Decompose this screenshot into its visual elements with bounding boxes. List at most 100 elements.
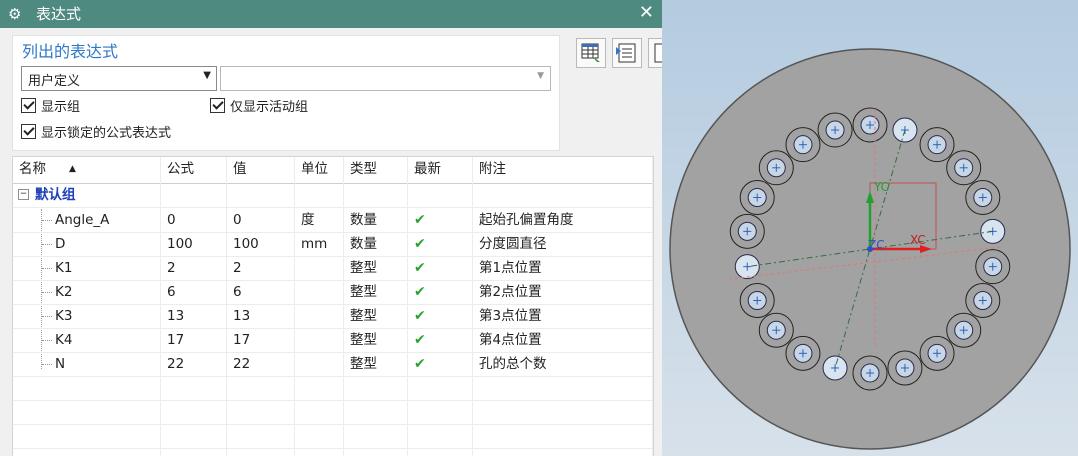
filter-dropdown-value: 用户定义 bbox=[28, 74, 81, 89]
empty-cell bbox=[408, 448, 473, 456]
row-name: K1 bbox=[13, 256, 161, 280]
group-row[interactable]: − 默认组 bbox=[13, 183, 653, 208]
row-unit bbox=[295, 328, 344, 352]
empty-cell bbox=[295, 376, 344, 400]
row-name: N bbox=[13, 352, 161, 376]
row-value: 6 bbox=[227, 280, 295, 304]
dialog-title: 表达式 bbox=[36, 5, 82, 23]
column-header-name-label: 名称 bbox=[19, 161, 46, 177]
row-value: 0 bbox=[227, 208, 295, 232]
column-header-formula[interactable]: 公式 bbox=[161, 157, 227, 183]
collapse-icon[interactable]: − bbox=[18, 189, 29, 200]
table-row[interactable]: K3 13 13 整型 ✔ 第3点位置 bbox=[13, 304, 653, 329]
column-header-type[interactable]: 类型 bbox=[344, 157, 408, 183]
export-expressions-button[interactable] bbox=[648, 38, 662, 68]
spreadsheet-edit-button[interactable] bbox=[576, 38, 606, 68]
row-latest: ✔ bbox=[408, 232, 473, 256]
row-formula: 2 bbox=[161, 256, 227, 280]
sort-up-icon: ▲ bbox=[69, 164, 76, 174]
model-view[interactable]: XC YC ZC bbox=[662, 0, 1078, 456]
row-formula: 0 bbox=[161, 208, 227, 232]
title-bar[interactable]: ⚙ 表达式 ✕ bbox=[0, 0, 662, 28]
row-unit bbox=[295, 256, 344, 280]
empty-cell bbox=[408, 424, 473, 448]
row-name: K3 bbox=[13, 304, 161, 328]
table-row[interactable]: N 22 22 整型 ✔ 孔的总个数 bbox=[13, 352, 653, 377]
row-latest: ✔ bbox=[408, 328, 473, 352]
row-formula: 100 bbox=[161, 232, 227, 256]
checkbox-box[interactable] bbox=[21, 123, 36, 139]
group-cell: − 默认组 bbox=[13, 183, 161, 207]
checkbox-box[interactable] bbox=[210, 97, 225, 113]
expressions-table[interactable]: 名称 ▲ 公式 值 单位 类型 最新 附注 − 默认组 Angle_A 0 0 度数量 ✔… bbox=[12, 156, 654, 456]
gear-icon[interactable]: ⚙ bbox=[8, 5, 21, 23]
group-dropdown[interactable]: ▼ bbox=[220, 66, 551, 91]
row-formula: 6 bbox=[161, 280, 227, 304]
row-unit: mm bbox=[295, 232, 344, 256]
import-expressions-button[interactable] bbox=[612, 38, 642, 68]
row-formula: 17 bbox=[161, 328, 227, 352]
column-header-name[interactable]: 名称 ▲ bbox=[13, 157, 161, 183]
empty-cell bbox=[13, 376, 161, 400]
empty-cell bbox=[473, 400, 653, 424]
row-value: 22 bbox=[227, 352, 295, 376]
close-icon[interactable]: ✕ bbox=[639, 3, 654, 23]
filter-dropdown[interactable]: 用户定义 ▼ bbox=[21, 66, 217, 91]
row-note: 第1点位置 bbox=[473, 256, 653, 280]
row-latest: ✔ bbox=[408, 256, 473, 280]
column-header-unit[interactable]: 单位 bbox=[295, 157, 344, 183]
graphics-viewport[interactable]: XC YC ZC bbox=[662, 0, 1078, 456]
row-type: 整型 bbox=[344, 304, 408, 328]
empty-cell bbox=[295, 448, 344, 456]
table-row[interactable]: D 100 100 mm 数量 ✔ 分度圆直径 bbox=[13, 232, 653, 257]
active-group-only-checkbox[interactable]: 仅显示活动组 bbox=[210, 96, 308, 115]
empty-row[interactable] bbox=[13, 400, 653, 425]
expression-export-icon bbox=[654, 43, 662, 63]
column-header-latest[interactable]: 最新 bbox=[408, 157, 473, 183]
empty-row[interactable] bbox=[13, 424, 653, 449]
row-value: 13 bbox=[227, 304, 295, 328]
row-type: 数量 bbox=[344, 232, 408, 256]
empty-cell bbox=[227, 376, 295, 400]
empty-cell bbox=[408, 183, 473, 207]
empty-row[interactable] bbox=[13, 448, 653, 456]
row-formula: 13 bbox=[161, 304, 227, 328]
empty-cell bbox=[344, 400, 408, 424]
empty-cell bbox=[408, 400, 473, 424]
table-row[interactable]: K4 17 17 整型 ✔ 第4点位置 bbox=[13, 328, 653, 353]
group-name: 默认组 bbox=[35, 187, 76, 203]
column-header-value[interactable]: 值 bbox=[227, 157, 295, 183]
empty-cell bbox=[473, 448, 653, 456]
empty-cell bbox=[295, 183, 344, 207]
empty-cell bbox=[295, 424, 344, 448]
column-header-note[interactable]: 附注 bbox=[473, 157, 653, 183]
table-header: 名称 ▲ 公式 值 单位 类型 最新 附注 bbox=[13, 157, 653, 184]
tree-branch bbox=[42, 292, 52, 293]
tree-branch bbox=[42, 268, 52, 269]
row-latest: ✔ bbox=[408, 352, 473, 376]
x-axis-label: XC bbox=[910, 233, 926, 247]
show-groups-checkbox[interactable]: 显示组 bbox=[21, 96, 80, 115]
empty-row[interactable] bbox=[13, 376, 653, 401]
empty-cell bbox=[344, 376, 408, 400]
table-row[interactable]: K2 6 6 整型 ✔ 第2点位置 bbox=[13, 280, 653, 305]
row-unit bbox=[295, 304, 344, 328]
chevron-down-icon: ▼ bbox=[537, 71, 544, 81]
row-note: 起始孔偏置角度 bbox=[473, 208, 653, 232]
row-type: 整型 bbox=[344, 280, 408, 304]
row-value: 100 bbox=[227, 232, 295, 256]
row-type: 整型 bbox=[344, 256, 408, 280]
row-value: 2 bbox=[227, 256, 295, 280]
show-locked-formulas-checkbox[interactable]: 显示锁定的公式表达式 bbox=[21, 122, 172, 141]
empty-cell bbox=[227, 400, 295, 424]
row-name: D bbox=[13, 232, 161, 256]
empty-cell bbox=[295, 400, 344, 424]
table-row[interactable]: Angle_A 0 0 度数量 ✔ 起始孔偏置角度 bbox=[13, 208, 653, 233]
row-type: 整型 bbox=[344, 328, 408, 352]
table-row[interactable]: K1 2 2 整型 ✔ 第1点位置 bbox=[13, 256, 653, 281]
row-latest: ✔ bbox=[408, 280, 473, 304]
row-value: 17 bbox=[227, 328, 295, 352]
checkbox-box[interactable] bbox=[21, 97, 36, 113]
show-locked-formulas-label: 显示锁定的公式表达式 bbox=[41, 125, 172, 141]
empty-cell bbox=[227, 448, 295, 456]
